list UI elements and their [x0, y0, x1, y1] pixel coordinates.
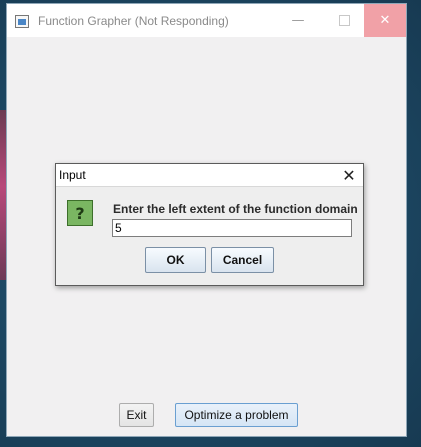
optimize-problem-button[interactable]: Optimize a problem [175, 403, 298, 427]
cancel-button[interactable]: Cancel [211, 247, 274, 273]
ok-button[interactable]: OK [145, 247, 206, 273]
minimize-button[interactable]: — [275, 4, 321, 37]
window-title: Function Grapher (Not Responding) [38, 14, 229, 28]
maximize-icon [338, 15, 350, 26]
window-titlebar[interactable]: Function Grapher (Not Responding) — ✕ [7, 4, 406, 37]
close-icon: ✕ [342, 165, 356, 185]
domain-left-extent-input[interactable] [112, 219, 352, 237]
app-window-icon [15, 15, 29, 28]
dialog-close-button[interactable]: ✕ [339, 165, 359, 185]
dialog-title: Input [59, 168, 86, 182]
maximize-button[interactable] [321, 4, 367, 37]
question-icon: ? [67, 200, 93, 226]
window-close-button[interactable]: ✕ [364, 4, 406, 37]
minimize-icon: — [291, 13, 305, 28]
input-dialog: Input ✕ ? Enter the left extent of the f… [55, 163, 364, 286]
dialog-message: Enter the left extent of the function do… [113, 202, 358, 216]
dialog-titlebar[interactable]: Input ✕ [56, 164, 363, 187]
exit-button[interactable]: Exit [119, 403, 154, 427]
close-icon: ✕ [379, 13, 391, 28]
